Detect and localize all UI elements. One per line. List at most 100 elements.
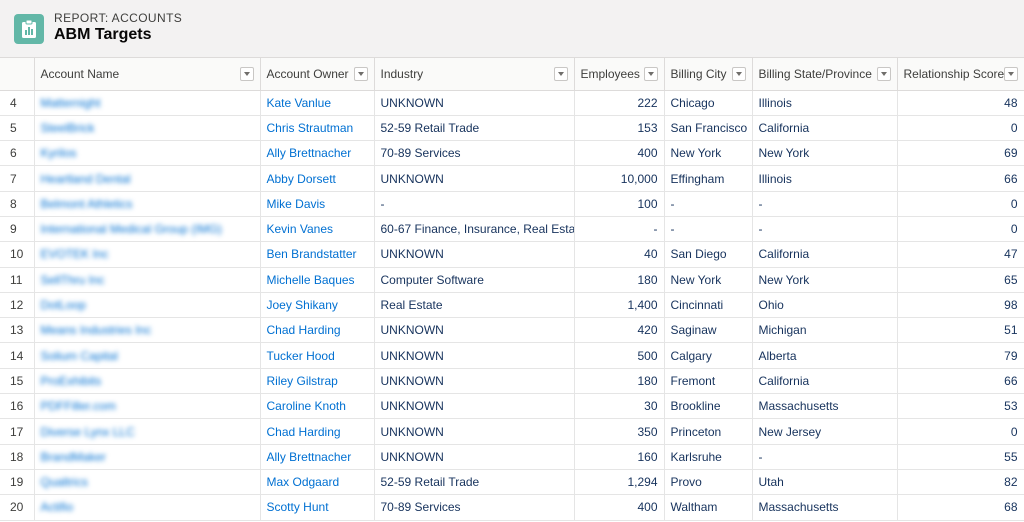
billing-state-cell: - [752,444,898,470]
account-name-link[interactable]: BrandMaker [41,450,106,464]
column-header-relationship-score[interactable]: Relationship Score [897,58,1024,91]
billing-state-cell: California [752,115,898,142]
table-row[interactable]: 15 ProExhibits Riley Gilstrap UNKNOWN 180 Fre… [0,368,1024,395]
account-owner-link[interactable]: Scotty Hunt [267,500,329,514]
chevron-down-icon[interactable] [239,67,254,81]
column-header-account-name[interactable]: Account Name [34,58,261,91]
account-owner-link[interactable]: Kevin Vanes [267,222,334,236]
account-name-link[interactable]: SellThru Inc [41,273,105,287]
account-name-link[interactable]: Diverse Lynx LLC [41,425,135,439]
industry-cell: UNKNOWN [374,165,575,192]
account-owner-link[interactable]: Mike Davis [267,197,326,211]
account-name-link[interactable]: PDFFiller.com [41,399,116,413]
account-name-link[interactable]: Qualtrics [41,475,88,489]
account-owner-cell: Ally Brettnacher [260,444,375,470]
table-row[interactable]: 12 DotLoop Joey Shikany Real Estate 1,400 Cin… [0,292,1024,319]
page-title: ABM Targets [54,26,152,43]
chevron-down-icon[interactable] [876,67,891,81]
account-name-cell: Belmont Athletics [34,191,261,217]
table-row[interactable]: 13 Means Industries Inc Chad Harding UNKNOW… [0,317,1024,344]
account-name-link[interactable]: Matternight [41,96,101,110]
table-row[interactable]: 8 Belmont Athletics Mike Davis -100- -0 [0,191,1024,217]
report-table-container[interactable]: Account Name Account Owner Industry Empl… [0,58,1024,522]
account-name-link[interactable]: International Medical Group (IMG) [41,222,222,236]
account-owner-link[interactable]: Ally Brettnacher [267,450,352,464]
table-row[interactable]: 18 BrandMaker Ally Brettnacher UNKNOWN 160 Ka… [0,444,1024,470]
account-name-cell: Heartland Dental [34,165,261,192]
account-owner-link[interactable]: Chad Harding [267,425,341,439]
chevron-down-icon[interactable] [1003,67,1018,81]
account-name-link[interactable]: EVOTEK Inc [41,247,109,261]
billing-city-cell: Karlsruhe [664,444,753,470]
account-name-cell: DotLoop [34,292,261,319]
account-owner-link[interactable]: Ben Brandstatter [267,247,357,261]
billing-city-cell: Fremont [664,368,753,395]
table-row[interactable]: 20 Actifio Scotty Hunt 70-89 Services 400 Wal… [0,494,1024,521]
account-name-link[interactable]: DotLoop [41,298,86,312]
employees-cell: 350 [574,418,665,445]
billing-city-cell: San Francisco [664,115,753,142]
row-number: 14 [0,342,35,369]
chevron-down-icon[interactable] [553,67,568,81]
chevron-down-icon[interactable] [643,67,658,81]
account-owner-link[interactable]: Chad Harding [267,323,341,337]
row-number: 20 [0,494,35,521]
billing-city-cell: Provo [664,469,753,496]
relationship-score-cell: 79 [897,342,1024,369]
employees-cell: 40 [574,241,665,268]
table-row[interactable]: 17 Diverse Lynx LLC Chad Harding UNKNOWN 350… [0,418,1024,445]
account-name-cell: EVOTEK Inc [34,241,261,268]
table-row[interactable]: 9 International Medical Group (IMG) Kevin … [0,216,1024,243]
account-name-link[interactable]: Solium Capital [41,349,118,363]
table-row[interactable]: 6 Kyrilos Ally Brettnacher 70-89 Services 40… [0,140,1024,167]
row-number: 10 [0,241,35,268]
account-owner-link[interactable]: Max Odgaard [267,475,340,489]
table-row[interactable]: 16 PDFFiller.com Caroline Knoth UNKNOWN 30 Br… [0,393,1024,420]
billing-state-cell: New York [752,267,898,293]
column-label: Industry [380,66,424,81]
billing-city-cell: - [664,191,753,217]
account-name-link[interactable]: Heartland Dental [41,172,131,186]
relationship-score-cell: 66 [897,165,1024,192]
account-owner-link[interactable]: Tucker Hood [267,349,335,363]
row-number: 15 [0,368,35,395]
account-owner-link[interactable]: Abby Dorsett [267,172,336,186]
row-number: 19 [0,469,35,496]
account-owner-link[interactable]: Michelle Baques [267,273,355,287]
table-row[interactable]: 10 EVOTEK Inc Ben Brandstatter UNKNOWN 40 San… [0,241,1024,268]
billing-city-cell: Saginaw [664,317,753,344]
billing-state-cell: Ohio [752,292,898,319]
account-owner-link[interactable]: Kate Vanlue [267,96,332,110]
billing-state-cell: Massachusetts [752,393,898,420]
column-label: Billing State/Province [758,66,872,81]
report-header: REPORT: ACCOUNTS ABM Targets [0,0,1024,58]
column-header-billing-state[interactable]: Billing State/Province [752,58,898,91]
table-row[interactable]: 5 SteelBrick Chris Strautman 52-59 Retail T… [0,115,1024,142]
account-owner-link[interactable]: Ally Brettnacher [267,146,352,160]
column-header-account-owner[interactable]: Account Owner [260,58,375,91]
account-name-link[interactable]: SteelBrick [41,121,95,135]
account-owner-link[interactable]: Riley Gilstrap [267,374,338,388]
account-name-cell: Matternight [34,90,261,116]
column-header-industry[interactable]: Industry [374,58,575,91]
account-name-link[interactable]: Kyrilos [41,146,77,160]
table-row[interactable]: 14 Solium Capital Tucker Hood UNKNOWN 500 Cal… [0,342,1024,369]
account-name-link[interactable]: Belmont Athletics [41,197,133,211]
chevron-down-icon[interactable] [353,67,368,81]
table-row[interactable]: 19 Qualtrics Max Odgaard 52-59 Retail Trade… [0,469,1024,496]
column-header-billing-city[interactable]: Billing City [664,58,753,91]
table-row[interactable]: 7 Heartland Dental Abby Dorsett UNKNOWN 10,0… [0,165,1024,192]
employees-cell: 10,000 [574,165,665,192]
account-owner-link[interactable]: Joey Shikany [267,298,338,312]
account-name-link[interactable]: ProExhibits [41,374,102,388]
industry-cell: 52-59 Retail Trade [374,115,575,142]
billing-state-cell: California [752,241,898,268]
account-owner-link[interactable]: Chris Strautman [267,121,354,135]
account-name-link[interactable]: Means Industries Inc [41,323,152,337]
chevron-down-icon[interactable] [731,67,746,81]
column-header-employees[interactable]: Employees [574,58,665,91]
table-row[interactable]: 11 SellThru Inc Michelle Baques Computer So… [0,267,1024,293]
table-row[interactable]: 4 Matternight Kate Vanlue UNKNOWN 222 Chicago… [0,90,1024,116]
account-name-link[interactable]: Actifio [41,500,74,514]
account-owner-link[interactable]: Caroline Knoth [267,399,346,413]
